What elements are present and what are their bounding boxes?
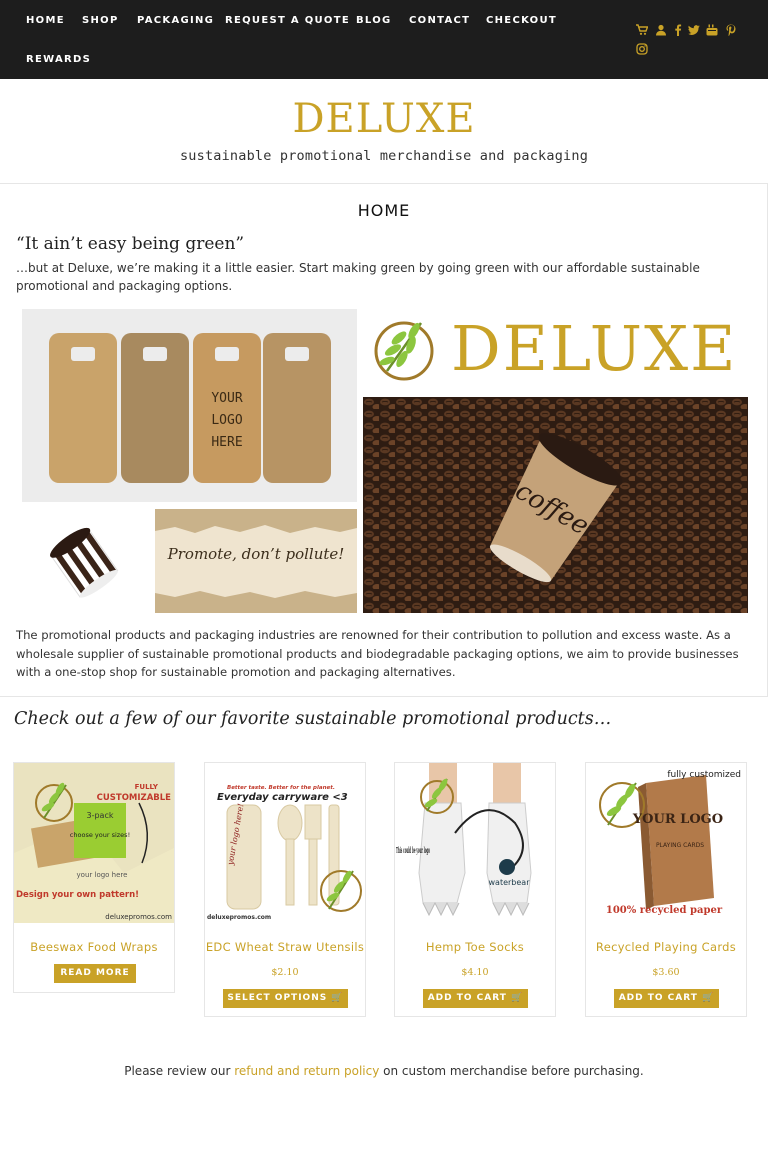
cart-icon: 🛒: [331, 993, 344, 1003]
nav-item-request-a-quote[interactable]: REQUEST A QUOTE: [225, 15, 350, 26]
favorite-products-heading: Check out a few of our favorite sustaina…: [14, 709, 612, 729]
phone-case: [121, 333, 189, 483]
coffee-beans-cup-image: coffee: [363, 397, 748, 613]
pinterest-icon[interactable]: [725, 24, 737, 36]
promote-dont-pollute-image: Promote, don’t pollute!: [155, 509, 357, 613]
refund-note-prefix: Please review our: [124, 1064, 235, 1078]
product-image-beeswax[interactable]: FULLY CUSTOMIZABLE 3-pack choose your si…: [14, 763, 174, 923]
instagram-icon[interactable]: [636, 43, 648, 55]
add-to-cart-button[interactable]: ADD TO CART 🛒: [614, 989, 719, 1008]
nav-item-home[interactable]: HOME: [26, 15, 65, 26]
cards-text-recycled: 100% recycled paper: [606, 905, 723, 916]
user-icon[interactable]: [655, 24, 667, 36]
product-image-socks[interactable]: This could be your logo waterbear: [395, 763, 555, 923]
refund-policy-link[interactable]: refund and return policy: [234, 1064, 379, 1078]
page-title: HOME: [357, 201, 411, 220]
deluxe-logo-image: DELUXE: [363, 309, 748, 391]
select-options-button[interactable]: SELECT OPTIONS 🛒: [223, 989, 348, 1008]
button-label: SELECT OPTIONS: [227, 993, 328, 1003]
nav-item-packaging[interactable]: PACKAGING: [137, 15, 214, 26]
product-title[interactable]: Recycled Playing Cards: [586, 940, 746, 954]
site-logo[interactable]: DELUXE: [0, 96, 768, 142]
button-label: ADD TO CART: [427, 993, 507, 1003]
beeswax-text-customizable: CUSTOMIZABLE: [97, 793, 172, 803]
beeswax-text-logo: your logo here: [77, 871, 128, 879]
phone-case: [263, 333, 331, 483]
product-title[interactable]: Hemp Toe Socks: [395, 940, 555, 954]
utensils-text-carryware: Everyday carryware <3: [217, 792, 348, 803]
phone-case-logo-text: YOUR LOGO HERE: [211, 391, 243, 450]
deluxe-logo-text: DELUXE: [451, 312, 738, 385]
cart-icon: 🛒: [511, 993, 524, 1003]
add-to-cart-button[interactable]: ADD TO CART 🛒: [423, 989, 528, 1008]
read-more-button[interactable]: READ MORE: [54, 964, 136, 983]
product-image-playing-cards[interactable]: fully customized YOUR LOGO PLAYING CARDS…: [586, 763, 746, 923]
cart-icon: 🛒: [702, 993, 715, 1003]
cards-text-customized: fully customized: [667, 770, 741, 780]
cards-text-logo: YOUR LOGO: [632, 812, 723, 827]
youtube-icon[interactable]: [706, 24, 718, 36]
nav-item-contact[interactable]: CONTACT: [409, 15, 470, 26]
product-image-utensils[interactable]: Better taste. Better for the planet. Eve…: [205, 763, 365, 923]
cork-phone-cases-image: YOUR LOGO HERE: [22, 309, 357, 502]
about-paragraph: The promotional products and packaging i…: [16, 628, 739, 679]
product-price: $4.10: [461, 967, 489, 978]
nav-item-shop[interactable]: SHOP: [82, 15, 119, 26]
product-card-socks: This could be your logo waterbear Hemp T…: [394, 762, 556, 1017]
utensils-text-tagline: Better taste. Better for the planet.: [227, 785, 335, 791]
product-card-utensils: Better taste. Better for the planet. Eve…: [204, 762, 366, 1017]
intro-quote: “It ain’t easy being green”: [16, 234, 245, 254]
product-title[interactable]: Beeswax Food Wraps: [14, 940, 174, 954]
cart-icon[interactable]: [636, 24, 648, 36]
facebook-icon[interactable]: [672, 24, 684, 36]
beeswax-text-url: deluxepromos.com: [105, 913, 172, 921]
beeswax-text-fully: FULLY: [135, 783, 159, 791]
phone-case: YOUR LOGO HERE: [193, 333, 261, 483]
intro-paragraph: …but at Deluxe, we’re making it a little…: [16, 261, 700, 293]
beeswax-text-choose: choose your sizes!: [70, 831, 130, 839]
phone-case: [49, 333, 117, 483]
beeswax-text-design: Design your own pattern!: [16, 890, 139, 900]
product-card-beeswax: FULLY CUSTOMIZABLE 3-pack choose your si…: [13, 762, 175, 993]
refund-policy-note: Please review our refund and return poli…: [0, 1064, 768, 1078]
product-price: $2.10: [271, 967, 299, 978]
nav-item-rewards[interactable]: REWARDS: [26, 54, 91, 65]
beeswax-text-3pack: 3-pack: [87, 811, 114, 820]
socks-text-logo: This could be your logo: [396, 845, 430, 855]
cards-text-playing: PLAYING CARDS: [656, 842, 704, 849]
product-price: $3.60: [652, 967, 680, 978]
site-tagline: sustainable promotional merchandise and …: [179, 148, 589, 164]
utensils-text-url: deluxepromos.com: [207, 914, 271, 921]
top-navigation: HOME SHOP PACKAGING REQUEST A QUOTE BLOG…: [0, 0, 768, 79]
product-title[interactable]: EDC Wheat Straw Utensils: [205, 940, 365, 954]
product-card-playing-cards: fully customized YOUR LOGO PLAYING CARDS…: [585, 762, 747, 1017]
nav-item-checkout[interactable]: CHECKOUT: [486, 15, 557, 26]
button-label: ADD TO CART: [618, 993, 698, 1003]
socks-text-brand: waterbear: [489, 878, 531, 887]
refund-note-suffix: on custom merchandise before purchasing.: [379, 1064, 644, 1078]
striped-cup-image: [22, 510, 147, 610]
twitter-icon[interactable]: [688, 24, 700, 36]
nav-item-blog[interactable]: BLOG: [356, 15, 392, 26]
promote-slogan: Promote, don’t pollute!: [167, 545, 345, 563]
